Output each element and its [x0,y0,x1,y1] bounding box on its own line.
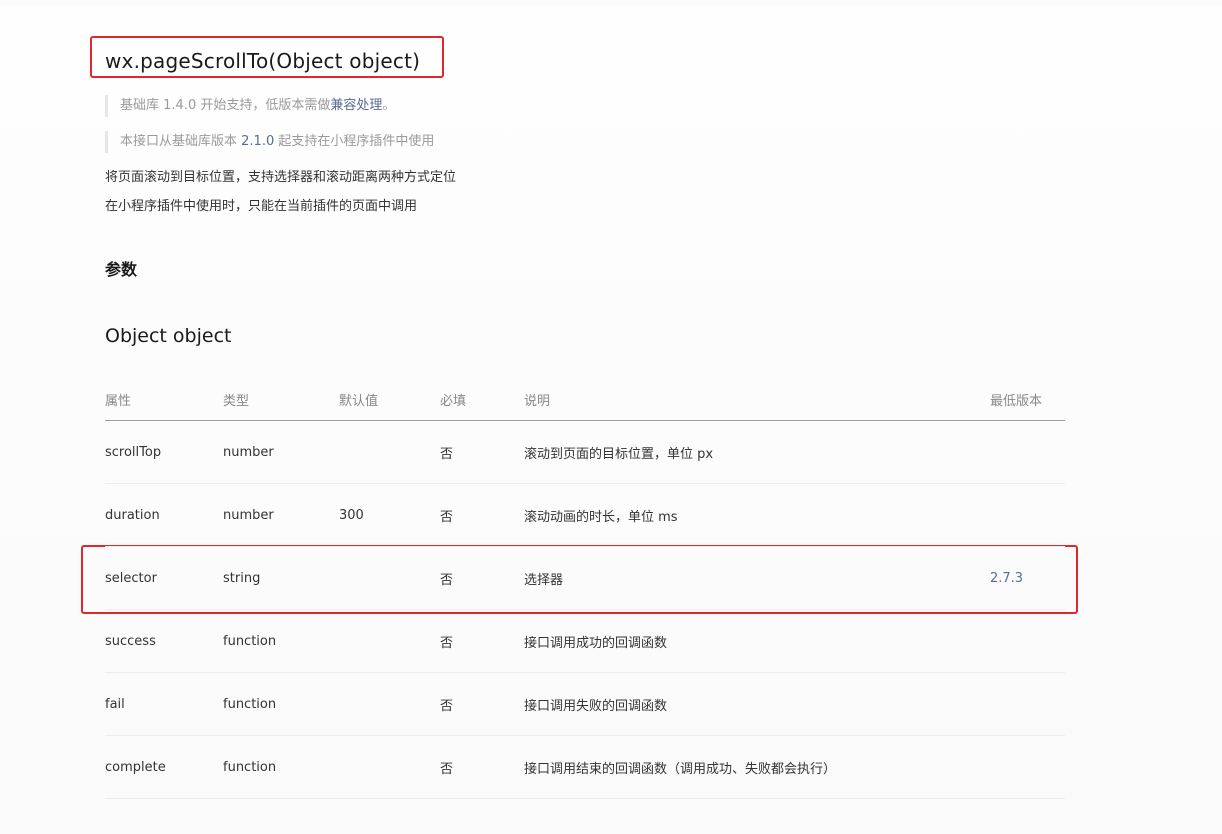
cell-required: 否 [440,635,454,651]
cell-desc: 滚动动画的时长，单位 ms [524,509,678,525]
cell-prop: fail [105,696,125,712]
note-text-end: 起支持在小程序插件中使用 [274,134,435,149]
cell-required: 否 [440,761,454,777]
version-link[interactable]: 2.1.0 [241,134,274,149]
cell-desc: 滚动到页面的目标位置，单位 px [524,446,714,462]
table-row: duration number 300 否 滚动动画的时长，单位 ms [105,484,1065,547]
cell-prop: duration [105,507,160,523]
cell-type: function [223,696,277,712]
header-version: 最低版本 [990,393,1043,409]
cell-type: function [223,759,277,775]
cell-required: 否 [440,446,454,462]
cell-prop: success [105,633,156,649]
cell-required: 否 [440,509,454,525]
cell-desc: 接口调用结束的回调函数（调用成功、失败都会执行） [524,761,837,777]
cell-desc: 接口调用失败的回调函数 [524,698,668,714]
cell-prop: complete [105,759,166,775]
cell-version-link[interactable]: 2.7.3 [990,547,1023,609]
params-heading: 参数 [105,260,138,279]
cell-required: 否 [440,698,454,714]
table-row: fail function 否 接口调用失败的回调函数 [105,673,1065,736]
table-row: complete function 否 接口调用结束的回调函数（调用成功、失败都… [105,736,1065,799]
cell-desc: 选择器 [524,572,564,588]
cell-prop: selector [105,570,157,586]
header-default: 默认值 [339,393,379,409]
cell-required: 否 [440,572,454,588]
note-text: 基础库 1.4.0 开始支持，低版本需做 [120,98,331,113]
compat-link[interactable]: 兼容处理 [330,98,382,113]
api-title: wx.pageScrollTo(Object object) [105,49,421,73]
note-text: 本接口从基础库版本 [120,134,242,149]
header-type: 类型 [223,393,250,409]
cell-type: number [223,444,274,460]
table-row: selector string 否 选择器 2.7.3 [105,547,1065,610]
cell-desc: 接口调用成功的回调函数 [524,635,668,651]
description-line: 将页面滚动到目标位置，支持选择器和滚动距离两种方式定位 [105,170,457,185]
cell-type: string [223,570,261,586]
params-table: 属性 类型 默认值 必填 说明 最低版本 scrollTop number 否 … [105,378,1065,799]
doc-page: wx.pageScrollTo(Object object) 基础库 1.4.0… [0,0,1222,834]
cell-type: function [223,633,277,649]
note-plugin-support: 本接口从基础库版本 2.1.0 起支持在小程序插件中使用 [105,131,434,153]
note-min-version: 基础库 1.4.0 开始支持，低版本需做兼容处理。 [105,95,395,117]
table-header-row: 属性 类型 默认值 必填 说明 最低版本 [105,378,1065,421]
table-row: scrollTop number 否 滚动到页面的目标位置，单位 px [105,421,1065,484]
note-text-end: 。 [382,98,396,113]
table-row: success function 否 接口调用成功的回调函数 [105,610,1065,673]
header-required: 必填 [440,393,467,409]
object-heading: Object object [105,325,232,347]
cell-type: number [223,507,274,523]
header-prop: 属性 [105,393,132,409]
header-desc: 说明 [524,393,551,409]
cell-prop: scrollTop [105,444,162,460]
cell-default: 300 [339,507,364,523]
description-line: 在小程序插件中使用时，只能在当前插件的页面中调用 [105,199,418,214]
